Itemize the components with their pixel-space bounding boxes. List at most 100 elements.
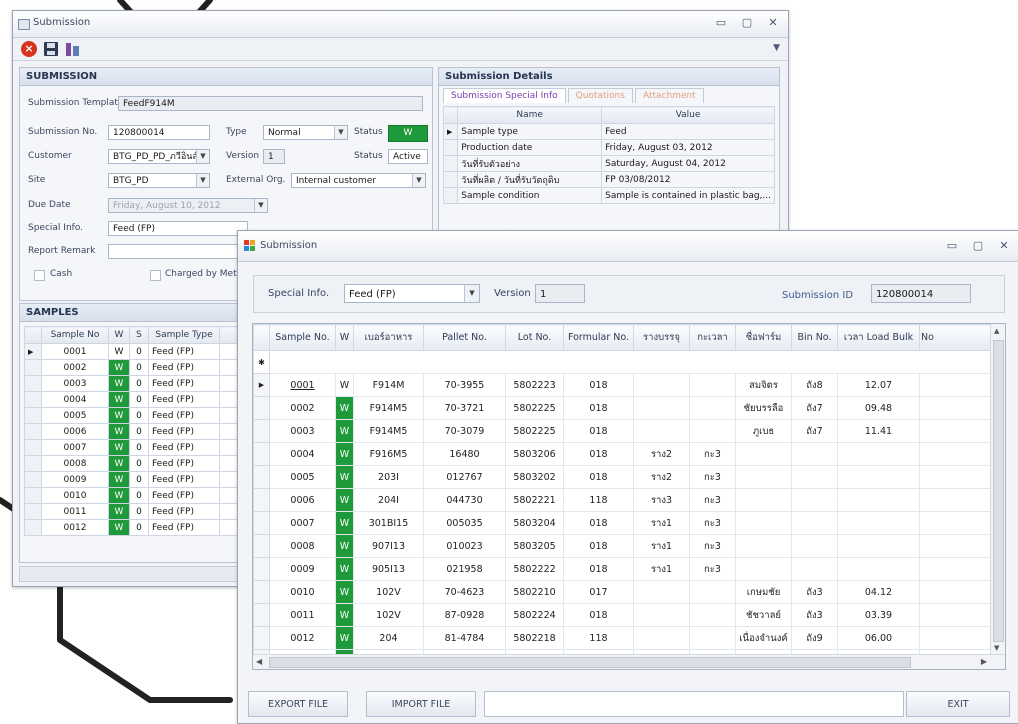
- load-bulk-time-column-header[interactable]: เวลา Load Bulk: [837, 324, 920, 351]
- details-row[interactable]: ▶ Sample type Feed: [442, 123, 775, 140]
- feed-no-cell[interactable]: 203I: [353, 465, 424, 489]
- bin-no-cell[interactable]: [791, 488, 838, 512]
- type-select[interactable]: Normal ▼: [263, 125, 348, 140]
- no-cell[interactable]: [919, 580, 992, 604]
- sample-no-cell[interactable]: 0010: [269, 580, 336, 604]
- sample-detail-row[interactable]: 0005 W 203I 012767 5803202 018 ราง2 กะ3: [253, 465, 992, 489]
- shift-column-header[interactable]: กะเวลา: [689, 324, 736, 351]
- row-selector[interactable]: [442, 187, 459, 204]
- packing-rail-cell[interactable]: [633, 603, 690, 627]
- farm-name-cell[interactable]: [735, 488, 792, 512]
- load-bulk-time-cell[interactable]: [837, 488, 920, 512]
- row-selector[interactable]: [24, 487, 42, 504]
- row-selector[interactable]: [253, 488, 270, 512]
- import-file-button[interactable]: IMPORT FILE: [366, 691, 476, 717]
- formular-no-cell[interactable]: 018: [563, 603, 634, 627]
- packing-rail-cell[interactable]: [633, 373, 690, 397]
- sample-row[interactable]: 0011 W 0 Feed (FP): [24, 503, 264, 520]
- details-row[interactable]: วันที่รับตัวอย่าง Saturday, August 04, 20…: [442, 155, 775, 172]
- tab-special-info[interactable]: Submission Special Info: [443, 88, 566, 103]
- formular-no-cell[interactable]: 018: [563, 419, 634, 443]
- load-bulk-time-cell[interactable]: 06.00: [837, 626, 920, 650]
- tab-attachment[interactable]: Attachment: [634, 88, 704, 103]
- scroll-right-icon[interactable]: ▶: [981, 657, 987, 666]
- submission-template-field[interactable]: FeedF914M: [118, 96, 423, 111]
- import-file-path-field[interactable]: [484, 691, 904, 717]
- horizontal-scrollbar[interactable]: ◀ ▶: [253, 654, 1005, 669]
- no-column-header[interactable]: No: [919, 324, 992, 351]
- close-button[interactable]: ✕: [766, 16, 780, 29]
- pallet-no-cell[interactable]: 70-3955: [423, 373, 506, 397]
- sample-row[interactable]: 0012 W 0 Feed (FP): [24, 519, 264, 536]
- row-selector[interactable]: [24, 439, 42, 456]
- bin-no-cell[interactable]: [791, 534, 838, 558]
- sample-row[interactable]: 0006 W 0 Feed (FP): [24, 423, 264, 440]
- row-selector[interactable]: [253, 534, 270, 558]
- packing-rail-cell[interactable]: ราง2: [633, 442, 690, 466]
- row-selector[interactable]: [24, 503, 42, 520]
- w-column-header[interactable]: W: [335, 324, 354, 351]
- pallet-no-cell[interactable]: 012767: [423, 465, 506, 489]
- feed-no-cell[interactable]: F914M: [353, 373, 424, 397]
- external-org-select[interactable]: Internal customer ▼: [291, 173, 426, 188]
- shift-cell[interactable]: [689, 396, 736, 420]
- minimize-button[interactable]: ▭: [945, 239, 959, 252]
- formular-no-column-header[interactable]: Formular No.: [563, 324, 634, 351]
- sample-row[interactable]: ▶ 0001 W 0 Feed (FP): [24, 343, 264, 360]
- sample-no-cell[interactable]: 0012: [269, 626, 336, 650]
- sample-no-cell[interactable]: 0003: [269, 419, 336, 443]
- pallet-no-cell[interactable]: 70-3721: [423, 396, 506, 420]
- bin-no-cell[interactable]: ถัง7: [791, 396, 838, 420]
- row-selector[interactable]: ▶: [442, 123, 459, 140]
- details-row[interactable]: Production date Friday, August 03, 2012: [442, 139, 775, 156]
- feed-no-cell[interactable]: 102V: [353, 580, 424, 604]
- w-cell[interactable]: W: [335, 626, 354, 650]
- sample-no-cell[interactable]: 0001: [269, 373, 336, 397]
- load-bulk-time-cell[interactable]: 04.12: [837, 580, 920, 604]
- load-bulk-time-cell[interactable]: 11.41: [837, 419, 920, 443]
- w-cell[interactable]: W: [335, 419, 354, 443]
- lot-no-column-header[interactable]: Lot No.: [505, 324, 564, 351]
- bin-no-column-header[interactable]: Bin No.: [791, 324, 838, 351]
- feed-no-cell[interactable]: 907I13: [353, 534, 424, 558]
- sample-no-cell[interactable]: 0011: [269, 603, 336, 627]
- farm-name-column-header[interactable]: ชื่อฟาร์ม: [735, 324, 792, 351]
- load-bulk-time-cell[interactable]: [837, 442, 920, 466]
- sample-no-cell[interactable]: 0004: [269, 442, 336, 466]
- w-cell[interactable]: W: [335, 465, 354, 489]
- packing-rail-cell[interactable]: [633, 419, 690, 443]
- sample-detail-row[interactable]: 0010 W 102V 70-4623 5802210 017 เกษมชัย ถัง3 04.…: [253, 580, 992, 604]
- sample-no-cell[interactable]: 0008: [269, 534, 336, 558]
- cash-checkbox[interactable]: [34, 270, 45, 281]
- load-bulk-time-cell[interactable]: 09.48: [837, 396, 920, 420]
- row-selector[interactable]: ▶: [24, 343, 42, 360]
- pallet-no-cell[interactable]: 044730: [423, 488, 506, 512]
- load-bulk-time-cell[interactable]: [837, 534, 920, 558]
- row-selector[interactable]: ▶: [253, 373, 270, 397]
- formular-no-cell[interactable]: 118: [563, 488, 634, 512]
- packing-rail-cell[interactable]: ราง1: [633, 511, 690, 535]
- row-selector[interactable]: [24, 519, 42, 536]
- w-cell[interactable]: W: [335, 373, 354, 397]
- lot-no-cell[interactable]: 5802218: [505, 626, 564, 650]
- row-selector[interactable]: [24, 455, 42, 472]
- formular-no-cell[interactable]: 017: [563, 580, 634, 604]
- sample-row[interactable]: 0004 W 0 Feed (FP): [24, 391, 264, 408]
- packing-rail-cell[interactable]: [633, 396, 690, 420]
- no-cell[interactable]: [919, 626, 992, 650]
- lot-no-cell[interactable]: 5803204: [505, 511, 564, 535]
- pallet-no-cell[interactable]: 81-4784: [423, 626, 506, 650]
- special-info-field[interactable]: Feed (FP): [108, 221, 248, 236]
- export-file-button[interactable]: EXPORT FILE: [248, 691, 348, 717]
- pallet-no-cell[interactable]: 87-0928: [423, 603, 506, 627]
- load-bulk-time-cell[interactable]: [837, 511, 920, 535]
- load-bulk-time-cell[interactable]: 12.07: [837, 373, 920, 397]
- sample-detail-row[interactable]: 0006 W 204I 044730 5802221 118 ราง3 กะ3: [253, 488, 992, 512]
- row-selector[interactable]: [24, 359, 42, 376]
- formular-no-cell[interactable]: 018: [563, 557, 634, 581]
- special-info-select[interactable]: Feed (FP) ▼: [344, 284, 480, 303]
- feed-no-cell[interactable]: 204I: [353, 488, 424, 512]
- formular-no-cell[interactable]: 018: [563, 511, 634, 535]
- pallet-no-cell[interactable]: 70-3079: [423, 419, 506, 443]
- w-cell[interactable]: W: [335, 557, 354, 581]
